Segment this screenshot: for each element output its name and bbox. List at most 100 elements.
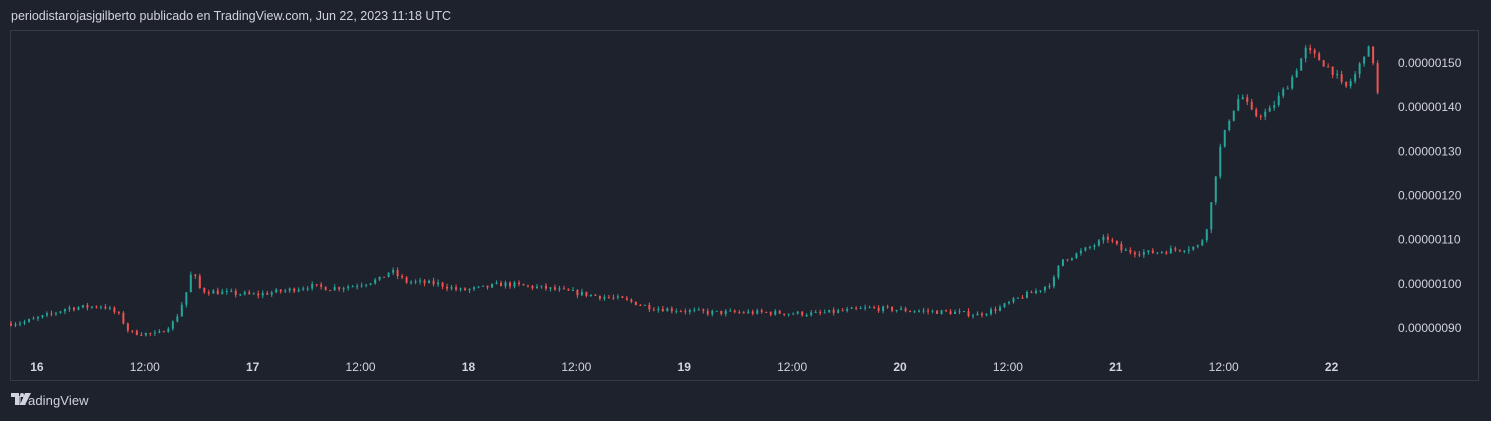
- candle-body: [1178, 249, 1181, 251]
- candle-body: [122, 312, 125, 324]
- candle-body: [693, 309, 696, 311]
- candle-body: [432, 280, 435, 285]
- candle-body: [805, 315, 808, 317]
- candle-body: [473, 287, 476, 289]
- candle-body: [1223, 130, 1226, 147]
- candle-body: [1277, 95, 1280, 106]
- candle-body: [625, 297, 628, 300]
- candle-body: [10, 323, 12, 326]
- candle-body: [1300, 58, 1303, 71]
- candle-body: [877, 307, 880, 311]
- x-tick-label: 20: [893, 360, 907, 374]
- candle-body: [176, 316, 179, 322]
- candle-body: [311, 284, 314, 289]
- candle-body: [711, 310, 714, 315]
- candle-body: [275, 289, 278, 293]
- candle-body: [1282, 89, 1285, 96]
- candle-body: [41, 315, 44, 318]
- candle-body: [486, 285, 489, 288]
- candle-body: [1214, 176, 1217, 203]
- candle-body: [571, 290, 574, 292]
- candle-body: [859, 308, 862, 310]
- candle-body: [99, 306, 102, 308]
- candle-body: [248, 292, 251, 294]
- candle-body: [1120, 243, 1123, 251]
- candle-body: [864, 307, 867, 309]
- candle-body: [976, 313, 979, 316]
- candle-body: [697, 309, 700, 311]
- candle-body: [405, 277, 408, 283]
- x-tick-label: 12:00: [1209, 360, 1239, 374]
- candle-body: [576, 290, 579, 296]
- candle-body: [1111, 239, 1114, 241]
- candle-body: [293, 288, 296, 292]
- candle-body: [1075, 253, 1078, 259]
- candle-body: [1007, 302, 1010, 304]
- tradingview-brand[interactable]: TradingView: [11, 393, 89, 408]
- candle-body: [1219, 146, 1222, 177]
- candle-body: [63, 309, 66, 312]
- candle-body: [1241, 97, 1244, 100]
- candle-body: [1088, 247, 1091, 249]
- candle-body: [981, 313, 984, 316]
- x-tick-label: 19: [678, 360, 692, 374]
- candle-body: [1295, 70, 1298, 77]
- candle-body: [180, 304, 183, 317]
- candle-body: [266, 293, 269, 295]
- candle-body: [931, 310, 934, 312]
- candle-body: [1318, 53, 1321, 61]
- candle-body: [904, 308, 907, 312]
- candle-body: [522, 283, 525, 286]
- candle-body: [288, 288, 291, 291]
- candle-body: [778, 310, 781, 314]
- y-tick-label: 0.00000120: [1398, 189, 1462, 203]
- x-tick-label: 12:00: [346, 360, 376, 374]
- candle-body: [742, 312, 745, 314]
- candle-body: [985, 313, 988, 316]
- candle-body: [513, 282, 516, 287]
- candle-body: [531, 285, 534, 289]
- candle-body: [729, 310, 732, 312]
- x-tick-label: 22: [1325, 360, 1339, 374]
- candle-body: [1313, 50, 1316, 54]
- candle-body: [733, 310, 736, 313]
- candle-body: [715, 310, 718, 312]
- candle-body: [837, 310, 840, 313]
- candlestick-chart[interactable]: 0.00000090 0.00000100 0.00000110 0.00000120…: [0, 0, 1491, 421]
- candle-body: [77, 307, 80, 310]
- candle-body: [1201, 240, 1204, 246]
- candle-body: [526, 285, 529, 287]
- candle-body: [1322, 60, 1325, 67]
- candle-body: [801, 311, 804, 316]
- candle-body: [140, 334, 143, 336]
- candle-body: [396, 270, 399, 277]
- candle-body: [603, 297, 606, 299]
- candle-body: [378, 276, 381, 280]
- candle-body: [657, 308, 660, 311]
- candle-body: [765, 311, 768, 313]
- candle-body: [1066, 259, 1069, 261]
- candle-body: [760, 310, 763, 312]
- candle-body: [365, 284, 368, 286]
- candle-body: [670, 308, 673, 312]
- candle-body: [14, 324, 17, 326]
- candle-body: [252, 293, 255, 295]
- candle-body: [1021, 297, 1024, 299]
- candle-body: [1106, 236, 1109, 240]
- price-axis: 0.00000090 0.00000100 0.00000110 0.00000120…: [1398, 56, 1462, 335]
- candle-body: [455, 287, 458, 290]
- candle-body: [54, 312, 57, 314]
- candle-body: [702, 309, 705, 312]
- candle-body: [495, 282, 498, 284]
- candle-body: [958, 311, 961, 313]
- candle-body: [369, 283, 372, 285]
- candle-body: [544, 285, 547, 289]
- candle-body: [500, 282, 503, 287]
- candle-body: [464, 288, 467, 291]
- candle-body: [828, 309, 831, 313]
- candle-body: [59, 311, 62, 313]
- candle-body: [27, 319, 30, 322]
- candle-body: [1255, 109, 1258, 117]
- candle-body: [329, 290, 332, 292]
- candle-body: [540, 285, 543, 287]
